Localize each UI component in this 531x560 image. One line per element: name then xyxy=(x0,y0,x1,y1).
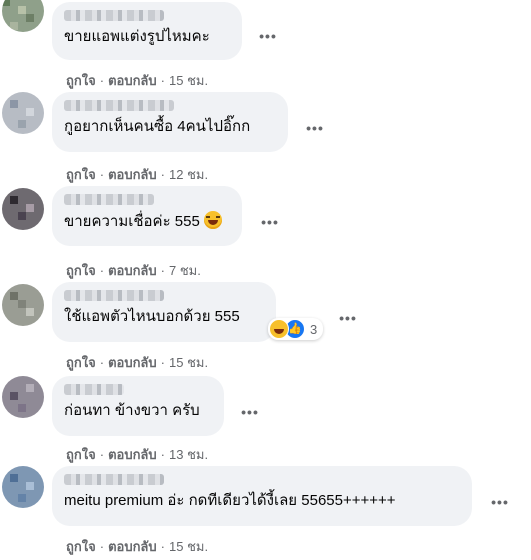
comment-text: ขายแอพแต่งรูปไหมคะ xyxy=(64,28,210,45)
timestamp[interactable]: 7 ชม. xyxy=(169,263,201,278)
avatar[interactable] xyxy=(2,376,44,418)
comment-actions: ถูกใจ · ตอบกลับ · 7 ชม. xyxy=(66,263,201,278)
comment-actions: ถูกใจ · ตอบกลับ · 15 ชม. xyxy=(66,539,209,554)
comment-bubble: ใช้แอพตัวไหนบอกด้วย 555 xyxy=(52,282,276,342)
timestamp[interactable]: 15 ชม. xyxy=(169,73,208,88)
avatar[interactable] xyxy=(2,0,44,32)
reply-link[interactable]: ตอบกลับ xyxy=(108,447,157,462)
comment-bubble: ก่อนทา ข้างขวา ครับ xyxy=(52,376,224,436)
more-options-icon[interactable]: ••• xyxy=(254,29,282,50)
comment-bubble: meitu premium อ่ะ กดทีเดียวได้งี้เลย 556… xyxy=(52,466,472,526)
comment-actions: ถูกใจ · ตอบกลับ · 15 ชม. xyxy=(66,355,209,370)
comment-text: กูอยากเห็นคนซื้อ 4คนไปอิ๊กก xyxy=(64,118,251,135)
comment-text: ใช้แอพตัวไหนบอกด้วย 555 xyxy=(64,308,240,325)
more-options-icon[interactable]: ••• xyxy=(334,311,362,332)
comment-bubble: ขายความเชื่อค่ะ 555 xyxy=(52,186,242,246)
reply-link[interactable]: ตอบกลับ xyxy=(108,167,157,182)
like-link[interactable]: ถูกใจ xyxy=(66,167,96,182)
comment-bubble: ขายแอพแต่งรูปไหมคะ xyxy=(52,2,242,60)
blurred-author-name[interactable] xyxy=(64,290,164,301)
blurred-author-name[interactable] xyxy=(64,194,154,205)
more-options-icon[interactable]: ••• xyxy=(236,405,264,426)
comment-text: ขายความเชื่อค่ะ 555 xyxy=(64,213,200,230)
timestamp[interactable]: 15 ชม. xyxy=(169,355,208,370)
comment-actions: ถูกใจ · ตอบกลับ · 12 ชม. xyxy=(66,167,209,182)
like-link[interactable]: ถูกใจ xyxy=(66,447,96,462)
reply-link[interactable]: ตอบกลับ xyxy=(108,73,157,88)
laughing-crying-emoji-icon xyxy=(203,211,222,229)
timestamp[interactable]: 15 ชม. xyxy=(169,539,208,554)
reply-link[interactable]: ตอบกลับ xyxy=(108,355,157,370)
like-link[interactable]: ถูกใจ xyxy=(66,539,96,554)
reaction-summary[interactable]: 👍 3 xyxy=(268,318,324,340)
blurred-author-name[interactable] xyxy=(64,474,164,485)
haha-reaction-icon xyxy=(269,319,289,339)
blurred-author-name[interactable] xyxy=(64,384,124,395)
comment-actions: ถูกใจ · ตอบกลับ · 13 ชม. xyxy=(66,447,209,462)
comment-text: ก่อนทา ข้างขวา ครับ xyxy=(64,402,200,419)
comment-text: meitu premium อ่ะ กดทีเดียวได้งี้เลย 556… xyxy=(64,492,396,509)
avatar[interactable] xyxy=(2,188,44,230)
more-options-icon[interactable]: ••• xyxy=(256,215,284,236)
reply-link[interactable]: ตอบกลับ xyxy=(108,263,157,278)
reaction-count: 3 xyxy=(310,321,318,337)
reply-link[interactable]: ตอบกลับ xyxy=(108,539,157,554)
timestamp[interactable]: 12 ชม. xyxy=(169,167,208,182)
blurred-author-name[interactable] xyxy=(64,10,164,21)
more-options-icon[interactable]: ••• xyxy=(486,495,514,516)
comment-bubble: กูอยากเห็นคนซื้อ 4คนไปอิ๊กก xyxy=(52,92,288,152)
avatar[interactable] xyxy=(2,92,44,134)
avatar[interactable] xyxy=(2,466,44,508)
like-link[interactable]: ถูกใจ xyxy=(66,73,96,88)
like-link[interactable]: ถูกใจ xyxy=(66,263,96,278)
more-options-icon[interactable]: ••• xyxy=(301,121,329,142)
blurred-author-name[interactable] xyxy=(64,100,174,111)
timestamp[interactable]: 13 ชม. xyxy=(169,447,208,462)
avatar[interactable] xyxy=(2,284,44,326)
comment-actions: ถูกใจ · ตอบกลับ · 15 ชม. xyxy=(66,73,209,88)
like-link[interactable]: ถูกใจ xyxy=(66,355,96,370)
